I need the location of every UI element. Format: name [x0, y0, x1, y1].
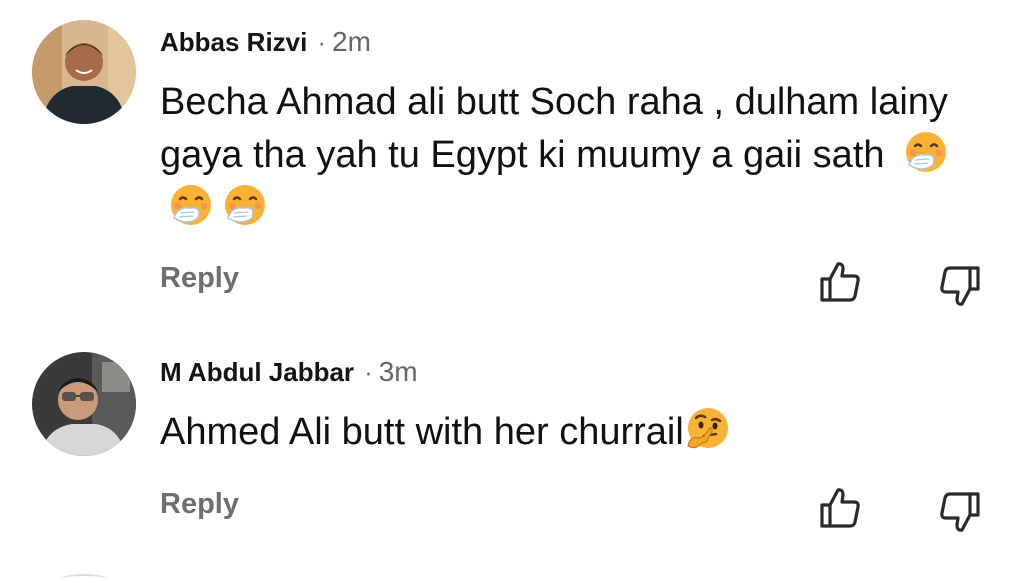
comment-text: Becha Ahmad ali butt Soch raha , dulham … [160, 76, 980, 235]
comment-body: Becha Ahmad ali butt Soch raha , dulham … [160, 81, 948, 176]
avatar[interactable] [32, 352, 136, 456]
author-name[interactable]: Abbas Rizvi [160, 27, 307, 57]
comment-time: 2m [332, 26, 371, 57]
thumbs-down-outline-icon[interactable] [936, 488, 984, 536]
comment-item: Abbas Rizvi · 2m Becha Ahmad ali butt Soch… [0, 0, 1024, 330]
thumbs-up-outline-icon[interactable] [816, 258, 864, 306]
thumbs-down-outline-icon[interactable] [936, 262, 984, 310]
comment-body: Ahmed Ali butt with her churrail [160, 411, 684, 453]
hand-over-mouth-emoji [171, 185, 211, 225]
meta-separator: · [317, 27, 327, 57]
next-comment-avatar-edge [60, 574, 108, 586]
avatar[interactable] [32, 20, 136, 124]
comment-time: 3m [378, 356, 418, 387]
hand-over-mouth-emoji [906, 132, 947, 172]
reply-button[interactable]: Reply [160, 488, 239, 521]
comment-text: Ahmed Ali butt with her churrail [160, 406, 980, 459]
meta-separator: · [364, 357, 373, 387]
hand-over-mouth-emoji [225, 185, 265, 225]
comment-meta: Abbas Rizvi · 2m [160, 22, 371, 62]
comment-item: M Abdul Jabbar · 3m Ahmed Ali butt with he… [0, 330, 1024, 579]
comment-meta: M Abdul Jabbar · 3m [160, 352, 418, 392]
thumbs-up-outline-icon[interactable] [816, 484, 864, 532]
thinking-face-emoji [687, 408, 728, 449]
reply-button[interactable]: Reply [160, 262, 239, 295]
author-name[interactable]: M Abdul Jabbar [160, 357, 354, 387]
